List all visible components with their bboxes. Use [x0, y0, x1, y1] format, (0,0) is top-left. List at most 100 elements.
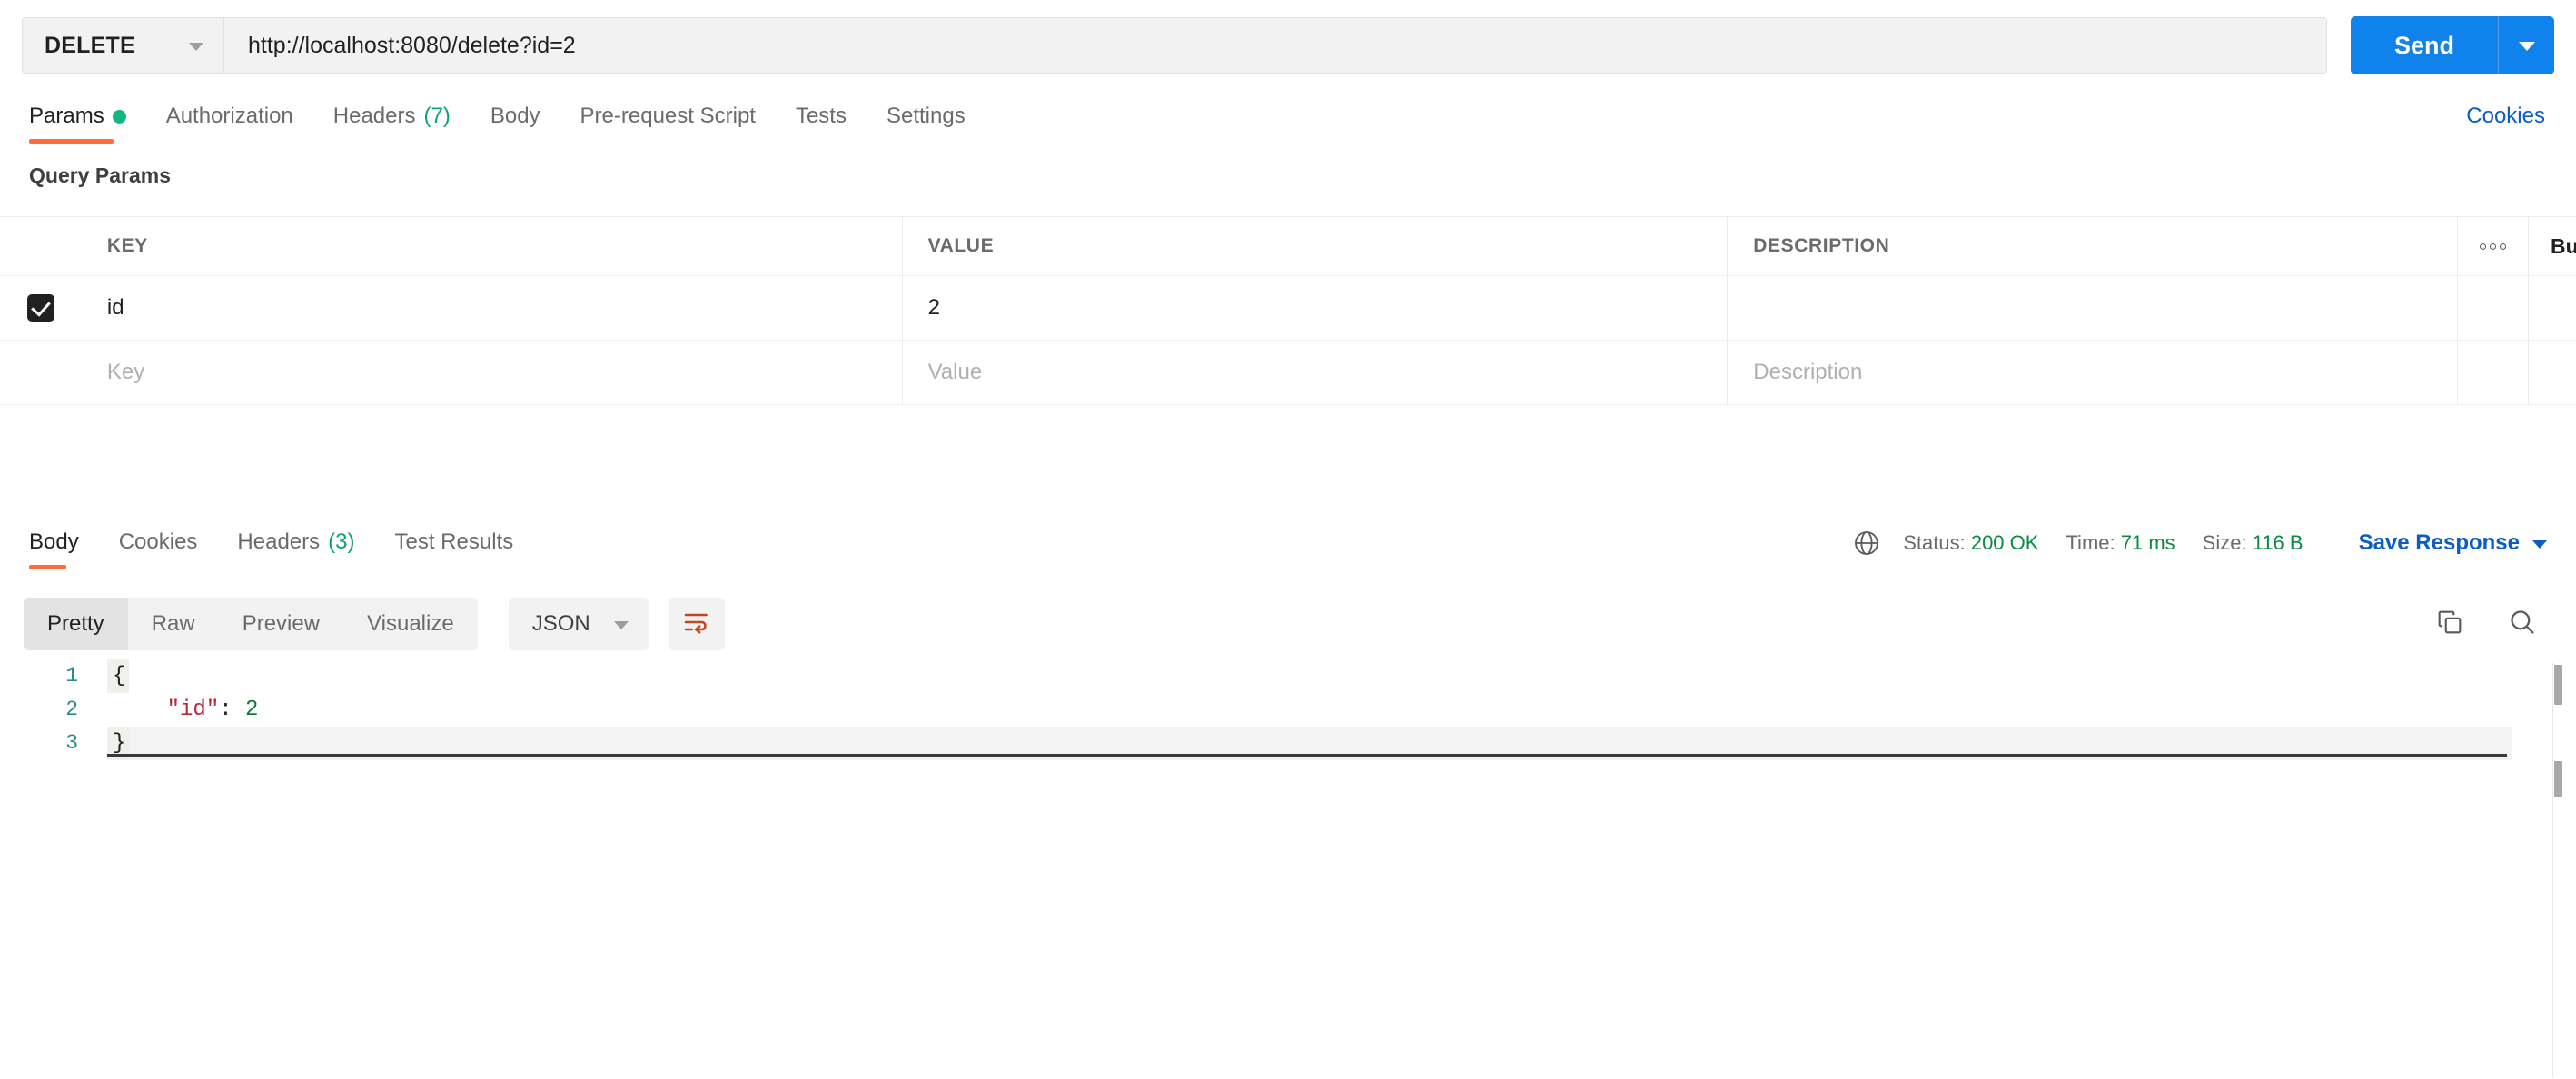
new-row-value-input[interactable]: Value: [928, 360, 983, 385]
tab-authorization[interactable]: Authorization: [146, 91, 313, 142]
row-value-input[interactable]: 2: [928, 295, 940, 321]
response-tab-test-results[interactable]: Test Results: [374, 517, 533, 568]
line-number: 3: [65, 731, 78, 755]
ellipsis-icon: [2480, 243, 2507, 250]
response-meta-bar: Status: 200 OK Time: 71 ms Size: 116 B S…: [1852, 517, 2554, 569]
search-button[interactable]: [2507, 607, 2538, 642]
send-button[interactable]: Send: [2351, 16, 2498, 74]
line-number-gutter: 1 2 3: [0, 659, 107, 1079]
query-params-table: KEY VALUE DESCRIPTION Bulk Edit id 2 Key…: [0, 216, 2576, 405]
response-tab-headers-count: (3): [328, 530, 355, 554]
unsaved-dot-icon: [112, 109, 126, 124]
tab-params[interactable]: Params: [22, 91, 146, 144]
chevron-down-icon: [189, 42, 203, 51]
tab-settings-label: Settings: [886, 104, 966, 128]
response-format-label: JSON: [531, 611, 590, 636]
save-response-button[interactable]: Save Response: [2359, 530, 2547, 556]
status-label: Status:: [1903, 531, 1966, 554]
response-tab-body-label: Body: [29, 530, 79, 554]
scrollbar-thumb[interactable]: [2554, 665, 2562, 705]
table-row: id 2: [0, 276, 2576, 341]
new-row-spacer-dots: [2458, 341, 2529, 404]
table-row-placeholder: Key Value Description: [0, 341, 2576, 405]
request-tabs: Params Authorization Headers (7) Body Pr…: [0, 91, 2576, 149]
line-number: 2: [65, 698, 78, 721]
json-colon: :: [219, 698, 246, 722]
status-badge: Status: 200 OK: [1903, 531, 2038, 555]
globe-icon: [1852, 529, 1881, 558]
request-url-bar: DELETE http://localhost:8080/delete?id=2…: [0, 0, 2576, 91]
tab-body[interactable]: Body: [471, 91, 560, 142]
code-folding-rule: [107, 754, 2507, 757]
column-header-value: VALUE: [927, 235, 995, 256]
response-body-viewer[interactable]: 1 2 3 { "id": 2 }: [0, 659, 2576, 1079]
tab-tests[interactable]: Tests: [776, 91, 867, 142]
chevron-down-icon: [2518, 42, 2535, 51]
response-tab-body[interactable]: Body: [22, 517, 99, 569]
response-tab-cookies[interactable]: Cookies: [99, 517, 218, 568]
send-button-group: Send: [2350, 16, 2554, 74]
tab-pre-request-script[interactable]: Pre-request Script: [560, 91, 776, 142]
size-value: 116 B: [2252, 531, 2304, 554]
table-header-row: KEY VALUE DESCRIPTION Bulk Edit: [0, 216, 2576, 276]
tab-body-label: Body: [490, 104, 540, 128]
code-lines: { "id": 2 }: [107, 659, 2512, 760]
time-badge: Time: 71 ms: [2066, 531, 2175, 555]
json-value: 2: [245, 698, 259, 722]
new-row-key-input[interactable]: Key: [107, 360, 144, 385]
view-mode-raw[interactable]: Raw: [128, 598, 219, 650]
tab-headers-count: (7): [423, 104, 451, 128]
view-mode-visualize[interactable]: Visualize: [343, 598, 478, 650]
response-tab-headers[interactable]: Headers (3): [217, 517, 374, 568]
tab-params-label: Params: [29, 104, 104, 128]
status-value: 200 OK: [1970, 531, 2039, 554]
row-spacer-dots: [2458, 276, 2529, 340]
tab-settings[interactable]: Settings: [867, 91, 986, 142]
search-icon: [2507, 607, 2538, 642]
http-method-label: DELETE: [45, 32, 135, 58]
new-row-checkbox-cell: [0, 341, 82, 404]
row-enabled-checkbox[interactable]: [26, 294, 54, 322]
save-response-label: Save Response: [2358, 530, 2520, 555]
column-header-key: KEY: [106, 235, 148, 256]
response-toolbar-actions: [2434, 607, 2552, 642]
wrap-text-button[interactable]: [668, 598, 725, 650]
row-key-input[interactable]: id: [107, 295, 124, 321]
response-format-select[interactable]: JSON: [508, 598, 649, 650]
chevron-down-icon: [613, 620, 629, 629]
bulk-edit-button[interactable]: Bulk Edit: [2529, 217, 2576, 275]
view-mode-preview[interactable]: Preview: [219, 598, 343, 650]
code-vertical-scrollbar[interactable]: [2552, 663, 2562, 1077]
cookies-link[interactable]: Cookies: [2457, 91, 2554, 142]
header-checkbox-cell: [0, 217, 82, 275]
row-spacer-bulk: [2529, 276, 2576, 340]
response-tab-headers-label: Headers: [237, 530, 321, 554]
params-more-options-button[interactable]: [2458, 217, 2529, 275]
scrollbar-thumb-secondary[interactable]: [2554, 761, 2562, 797]
view-mode-pretty[interactable]: Pretty: [24, 598, 128, 650]
new-row-description-input[interactable]: Description: [1753, 360, 1862, 385]
size-badge: Size: 116 B: [2203, 531, 2304, 555]
http-method-select[interactable]: DELETE: [23, 18, 224, 73]
view-mode-segmented-control: Pretty Raw Preview Visualize: [24, 598, 478, 650]
tab-authorization-label: Authorization: [165, 104, 293, 128]
time-value: 71 ms: [2120, 531, 2175, 554]
json-open-brace: {: [107, 659, 130, 693]
row-enabled-checkbox-cell: [0, 276, 82, 340]
json-key: "id": [166, 698, 220, 722]
new-row-spacer-bulk: [2529, 341, 2576, 404]
tab-tests-label: Tests: [795, 104, 847, 128]
copy-icon: [2434, 607, 2465, 642]
bulk-edit-label: Bulk Edit: [2551, 233, 2576, 258]
copy-button[interactable]: [2434, 607, 2465, 642]
send-options-button[interactable]: [2498, 16, 2554, 74]
response-tab-cookies-label: Cookies: [118, 530, 198, 554]
code-line-1: {: [107, 659, 2512, 693]
tab-headers[interactable]: Headers (7): [313, 91, 471, 142]
tab-pre-request-script-label: Pre-request Script: [580, 104, 756, 128]
response-body-toolbar: Pretty Raw Preview Visualize JSON: [0, 589, 2576, 659]
query-params-title: Query Params: [29, 163, 171, 187]
chevron-down-icon: [2532, 540, 2547, 549]
url-input[interactable]: http://localhost:8080/delete?id=2: [224, 18, 2326, 73]
